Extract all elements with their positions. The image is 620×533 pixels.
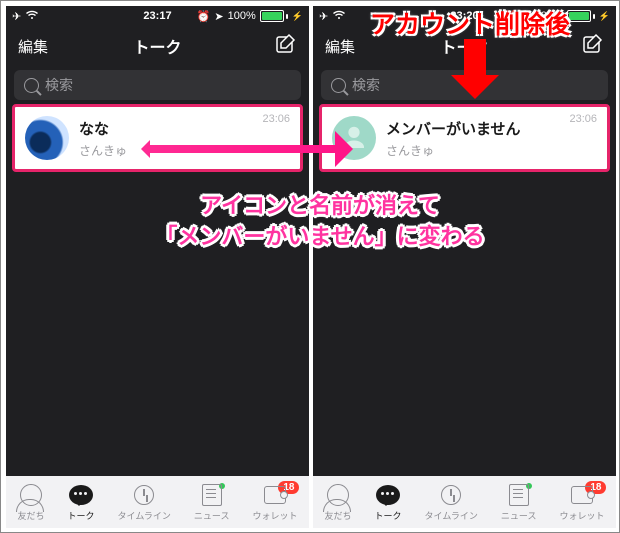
friend-icon	[20, 484, 42, 506]
caption-line: 「メンバーがいません」に変わる	[155, 224, 484, 249]
search-placeholder: 検索	[45, 75, 73, 95]
tab-label: トーク	[68, 509, 95, 522]
tab-bar: 友だち トーク タイムライン ニュース 18 ウォレット	[6, 476, 309, 528]
battery-icon: ⚡	[260, 10, 303, 22]
tab-label: ニュース	[501, 509, 537, 522]
tab-timeline[interactable]: タイムライン	[425, 483, 478, 522]
annotation-title: アカウント削除後	[331, 5, 609, 41]
tab-wallet[interactable]: 18 ウォレット	[252, 483, 297, 522]
phone-before: ✈︎ 23:17 ⏰ ➤ 100% ⚡ 編集 トーク	[6, 6, 309, 528]
avatar	[25, 116, 69, 160]
tab-wallet[interactable]: 18 ウォレット	[559, 483, 604, 522]
tab-label: ニュース	[194, 509, 230, 522]
status-time: 23:17	[143, 10, 171, 22]
alarm-icon: ⏰	[197, 10, 211, 23]
wifi-icon	[25, 10, 39, 23]
chat-preview: さんきゅ	[79, 142, 127, 159]
tab-talk[interactable]: トーク	[375, 483, 402, 522]
news-icon	[202, 484, 222, 506]
chat-row[interactable]: メンバーがいません さんきゅ 23:06	[319, 104, 610, 172]
location-icon: ➤	[214, 10, 223, 23]
wallet-icon	[264, 486, 286, 504]
tab-news[interactable]: ニュース	[194, 483, 230, 522]
comparison-stage: ✈︎ 23:17 ⏰ ➤ 100% ⚡ 編集 トーク	[0, 0, 620, 533]
arrow-right-icon	[141, 131, 353, 167]
battery-pct: 100%	[228, 10, 256, 22]
compose-button[interactable]	[275, 33, 297, 60]
chat-name: メンバーがいません	[386, 118, 521, 139]
airplane-icon: ✈︎	[12, 10, 21, 23]
timeline-icon	[441, 485, 461, 505]
timeline-icon	[134, 485, 154, 505]
nav-bar: 編集 トーク	[6, 26, 309, 66]
tab-label: タイムライン	[118, 509, 171, 522]
tab-label: トーク	[375, 509, 402, 522]
talk-icon	[69, 485, 93, 505]
tab-friends[interactable]: 友だち	[18, 483, 45, 522]
wallet-icon	[571, 486, 593, 504]
friend-icon	[327, 484, 349, 506]
tab-news[interactable]: ニュース	[501, 483, 537, 522]
tab-timeline[interactable]: タイムライン	[118, 483, 171, 522]
news-icon	[509, 484, 529, 506]
tab-bar: 友だち トーク タイムライン ニュース 18 ウォレット	[313, 476, 616, 528]
annotation-caption: アイコンと名前が消えて 「メンバーがいません」に変わる	[81, 191, 559, 253]
chat-time: 23:06	[569, 113, 597, 125]
chat-time: 23:06	[262, 113, 290, 125]
edit-button[interactable]: 編集	[18, 36, 48, 57]
status-bar: ✈︎ 23:17 ⏰ ➤ 100% ⚡	[6, 6, 309, 26]
tab-talk[interactable]: トーク	[68, 483, 95, 522]
search-icon	[24, 78, 39, 93]
chat-name: なな	[79, 118, 127, 139]
tab-label: ウォレット	[559, 509, 604, 522]
search-icon	[331, 78, 346, 93]
search-field[interactable]: 検索	[14, 70, 301, 100]
search-placeholder: 検索	[352, 75, 380, 95]
airplane-icon: ✈︎	[319, 10, 328, 23]
caption-line: アイコンと名前が消えて	[200, 193, 440, 218]
tab-friends[interactable]: 友だち	[325, 483, 352, 522]
talk-icon	[376, 485, 400, 505]
tab-label: ウォレット	[252, 509, 297, 522]
chat-preview: さんきゅ	[386, 142, 521, 159]
page-title: トーク	[133, 34, 181, 58]
arrow-down-icon	[451, 39, 499, 99]
tab-label: タイムライン	[425, 509, 478, 522]
